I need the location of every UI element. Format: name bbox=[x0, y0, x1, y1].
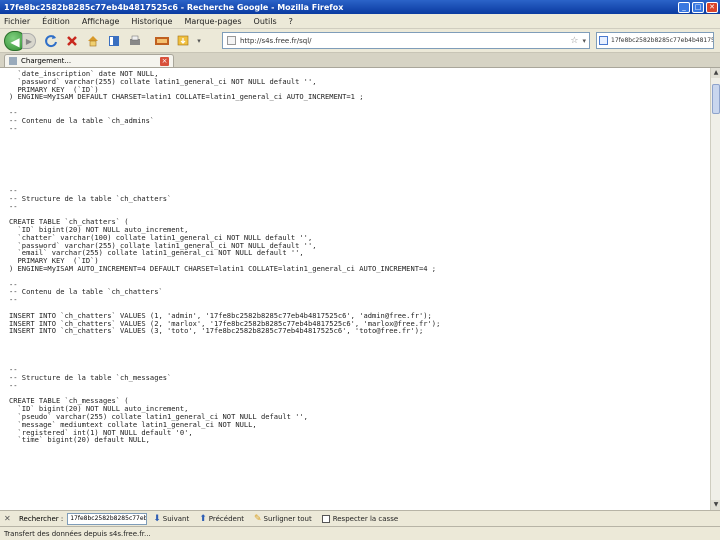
title-bar: 17fe8bc2582b8285c77eb4b4817525c6 - Reche… bbox=[0, 0, 720, 14]
menu-bookmarks[interactable]: Marque-pages bbox=[184, 17, 241, 26]
menu-history[interactable]: Historique bbox=[131, 17, 172, 26]
highlight-all-label: Surligner tout bbox=[263, 514, 312, 523]
close-window-button[interactable]: ✕ bbox=[706, 1, 718, 13]
stop-icon[interactable] bbox=[63, 32, 81, 50]
menu-file[interactable]: Fichier bbox=[4, 17, 30, 26]
code-line: INSERT INTO `ch_chatters` VALUES (3, 'to… bbox=[9, 326, 424, 336]
status-bar: Transfert des données depuis s4s.free.fr… bbox=[0, 526, 720, 540]
search-bar[interactable]: 17fe8bc2582b8285c77eb4b4817525c6 bbox=[596, 32, 714, 49]
bookmarks-sidebar-icon[interactable] bbox=[105, 32, 123, 50]
code-line: `time` bigint(20) default NULL, bbox=[9, 435, 150, 445]
toolbar-extension-icon[interactable] bbox=[153, 32, 171, 50]
page-content: `date_inscription` date NOT NULL, `passw… bbox=[0, 68, 710, 510]
print-icon[interactable] bbox=[126, 32, 144, 50]
find-next-label: Suivant bbox=[162, 514, 190, 523]
search-engine-icon[interactable] bbox=[599, 36, 608, 45]
url-bar[interactable]: http://s4s.free.fr/sql/ ☆ ▾ bbox=[222, 32, 590, 49]
tab-label: Chargement... bbox=[21, 57, 72, 65]
tab-loading[interactable]: Chargement... × bbox=[4, 54, 174, 67]
code-line: -- bbox=[9, 201, 18, 211]
sql-dump-text: `date_inscription` date NOT NULL, `passw… bbox=[9, 70, 710, 444]
find-previous-button[interactable]: ⬆ Précédent bbox=[199, 514, 244, 524]
code-line: -- Contenu de la table `ch_chatters` bbox=[9, 287, 163, 297]
vertical-scrollbar[interactable]: ▲ ▼ bbox=[710, 68, 720, 510]
find-label: Rechercher : bbox=[19, 514, 64, 523]
arrow-down-icon: ⬇ bbox=[153, 513, 161, 524]
menu-bar: Fichier Édition Affichage Historique Mar… bbox=[0, 14, 720, 29]
find-close-icon[interactable]: ✕ bbox=[4, 514, 13, 523]
arrow-up-icon: ⬆ bbox=[199, 513, 207, 524]
highlighter-icon: ✎ bbox=[254, 513, 262, 524]
find-input[interactable]: 17fe8bc2582b8285c77eb4b4817525c6 bbox=[67, 512, 148, 525]
url-text[interactable]: http://s4s.free.fr/sql/ bbox=[240, 37, 312, 45]
checkbox-icon[interactable] bbox=[321, 514, 330, 523]
code-line: -- bbox=[9, 380, 18, 390]
tab-close-icon[interactable]: × bbox=[160, 56, 169, 66]
highlight-all-button[interactable]: ✎ Surligner tout bbox=[254, 514, 312, 524]
menu-tools[interactable]: Outils bbox=[254, 17, 277, 26]
code-line: -- Structure de la table `ch_messages` bbox=[9, 373, 172, 383]
menu-help[interactable]: ? bbox=[289, 17, 293, 26]
url-dropdown-icon[interactable]: ▾ bbox=[582, 37, 586, 45]
bookmark-star-icon[interactable]: ☆ bbox=[570, 36, 578, 46]
maximize-button[interactable]: □ bbox=[692, 1, 704, 13]
scroll-down-icon[interactable]: ▼ bbox=[711, 500, 720, 510]
match-case-checkbox[interactable]: Respecter la casse bbox=[321, 514, 399, 523]
match-case-label: Respecter la casse bbox=[332, 514, 399, 523]
status-text: Transfert des données depuis s4s.free.fr… bbox=[4, 529, 151, 538]
search-input[interactable]: 17fe8bc2582b8285c77eb4b4817525c6 bbox=[611, 37, 713, 44]
menu-edit[interactable]: Édition bbox=[42, 17, 70, 26]
navigation-toolbar: ◀ ▶ ▾ http://s4s.free.fr/sql/ ☆ ▾ 17fe8b… bbox=[0, 29, 720, 53]
code-line: ) ENGINE=MyISAM DEFAULT CHARSET=latin1 C… bbox=[9, 92, 364, 102]
code-line: -- Structure de la table `ch_chatters` bbox=[9, 193, 172, 203]
scroll-up-icon[interactable]: ▲ bbox=[711, 68, 720, 78]
menu-view[interactable]: Affichage bbox=[82, 17, 120, 26]
downloads-icon[interactable] bbox=[174, 32, 192, 50]
find-bar: ✕ Rechercher : 17fe8bc2582b8285c77eb4b48… bbox=[0, 510, 720, 526]
find-previous-label: Précédent bbox=[208, 514, 244, 523]
minimize-button[interactable]: _ bbox=[678, 1, 690, 13]
home-icon[interactable] bbox=[84, 32, 102, 50]
page-favicon-icon bbox=[227, 36, 236, 45]
find-next-button[interactable]: ⬇ Suivant bbox=[153, 514, 189, 524]
window-title: 17fe8bc2582b8285c77eb4b4817525c6 - Reche… bbox=[4, 2, 344, 12]
scrollbar-thumb[interactable] bbox=[712, 84, 720, 114]
code-line: -- bbox=[9, 295, 18, 305]
dropdown-icon[interactable]: ▾ bbox=[195, 32, 203, 50]
reload-icon[interactable] bbox=[42, 32, 60, 50]
code-line: -- Contenu de la table `ch_admins` bbox=[9, 115, 155, 125]
tab-favicon-icon bbox=[9, 57, 17, 65]
tab-bar: Chargement... × bbox=[0, 53, 720, 68]
forward-button[interactable]: ▶ bbox=[22, 32, 36, 49]
code-line: ) ENGINE=MyISAM AUTO_INCREMENT=4 DEFAULT… bbox=[9, 263, 437, 273]
code-line: -- bbox=[9, 123, 18, 133]
